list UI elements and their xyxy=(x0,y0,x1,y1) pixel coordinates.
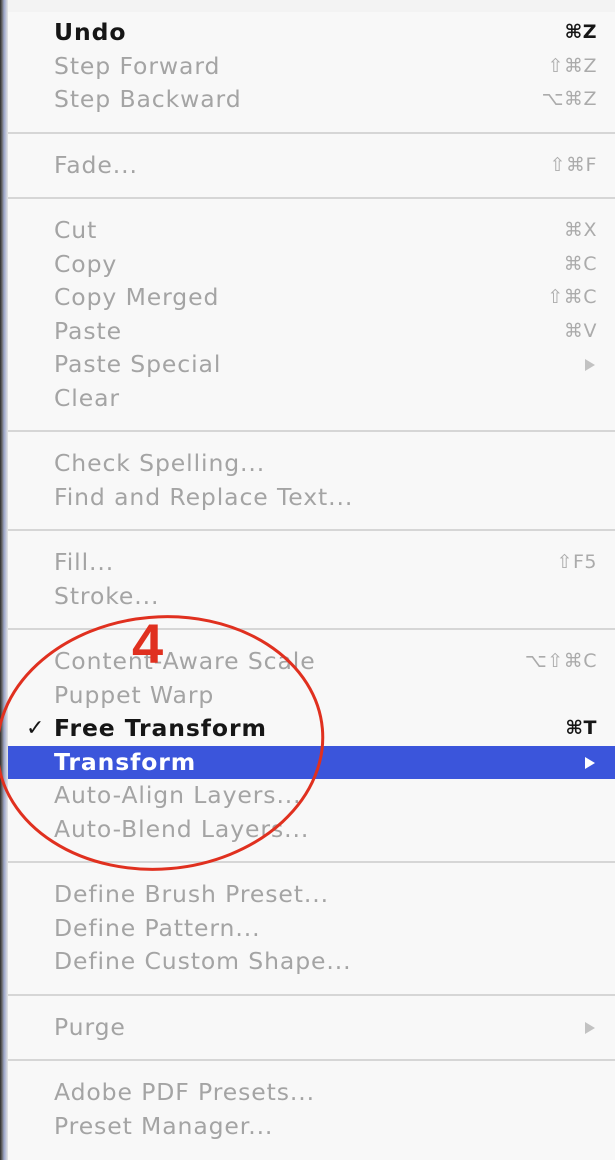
menu-item-label: Purge xyxy=(54,1012,126,1041)
menu-item-label: Step Backward xyxy=(54,85,242,113)
menu-item-step-forward[interactable]: Step Forward ⇧⌘Z xyxy=(8,50,615,83)
menu-item-label: Adobe PDF Presets... xyxy=(54,1078,315,1106)
menu-item-shortcut: ⌥⌘Z xyxy=(541,88,597,110)
menu-item-undo[interactable]: Undo ⌘Z xyxy=(8,16,615,49)
menu-item-auto-blend-layers[interactable]: Auto-Blend Layers... xyxy=(8,813,615,846)
menu-item-label: Copy Merged xyxy=(54,283,220,311)
menu-item-shortcut: ⌘C xyxy=(563,252,597,275)
menu-separator xyxy=(8,529,615,531)
menu-item-label: Step Forward xyxy=(54,51,221,80)
menu-item-label: Paste xyxy=(54,316,122,345)
menu-item-label: Define Brush Preset... xyxy=(54,880,329,908)
menu-item-step-backward[interactable]: Step Backward ⌥⌘Z xyxy=(8,83,615,116)
menu-item-label: Preset Manager... xyxy=(54,1111,274,1140)
menu-item-define-pattern[interactable]: Define Pattern... xyxy=(8,912,615,945)
menu-item-purge[interactable]: Purge xyxy=(8,1011,615,1044)
menu-item-paste-special[interactable]: Paste Special xyxy=(8,348,615,381)
edit-menu: Undo ⌘Z Step Forward ⇧⌘Z Step Backward ⌥⌘Z Fad… xyxy=(8,12,615,1160)
menu-item-shortcut: ⇧⌘Z xyxy=(547,54,597,77)
menu-item-label: Undo xyxy=(54,18,127,46)
menu-item-find-and-replace-text[interactable]: Find and Replace Text... xyxy=(8,481,615,514)
menu-item-shortcut: ⌥⇧⌘C xyxy=(524,650,597,672)
menu-item-label: Clear xyxy=(54,383,120,412)
menu-item-fill[interactable]: Fill... ⇧F5 xyxy=(8,546,615,579)
menu-item-cut[interactable]: Cut ⌘X xyxy=(8,214,615,247)
menu-item-label: Find and Replace Text... xyxy=(54,482,354,511)
menu-item-label: Free Transform xyxy=(54,714,267,742)
menu-separator xyxy=(8,993,615,996)
menu-item-fade[interactable]: Fade... ⇧⌘F xyxy=(8,149,615,182)
menu-item-label: Transform xyxy=(54,747,197,776)
menu-item-label: Check Spelling... xyxy=(54,449,266,477)
menu-separator xyxy=(8,197,615,199)
menu-item-label: Auto-Align Layers... xyxy=(54,781,302,809)
menu-item-transform[interactable]: Transform xyxy=(8,745,615,779)
menu-separator xyxy=(8,430,615,432)
menu-item-label: Fill... xyxy=(54,548,115,576)
menu-separator xyxy=(8,1059,615,1061)
menu-item-label: Copy xyxy=(54,249,118,278)
menu-item-label: Fade... xyxy=(54,150,138,179)
menu-separator xyxy=(8,628,615,630)
menu-item-shortcut: ⌘T xyxy=(565,717,597,739)
menu-item-copy-merged[interactable]: Copy Merged ⇧⌘C xyxy=(8,281,615,314)
menu-item-label: Auto-Blend Layers... xyxy=(54,814,310,843)
menu-item-auto-align-layers[interactable]: Auto-Align Layers... xyxy=(8,779,615,812)
submenu-arrow-icon xyxy=(585,756,595,769)
menu-item-label: Define Custom Shape... xyxy=(54,947,352,975)
menu-item-stroke[interactable]: Stroke... xyxy=(8,580,615,613)
menu-separator xyxy=(8,131,615,134)
window-edge xyxy=(0,0,8,1160)
menu-item-check-spelling[interactable]: Check Spelling... xyxy=(8,447,615,480)
menu-item-shortcut: ⌘V xyxy=(564,319,597,342)
menu-item-clear[interactable]: Clear xyxy=(8,382,615,415)
menu-item-free-transform[interactable]: ✓ Free Transform ⌘T xyxy=(8,712,615,745)
menu-item-label: Content-Aware Scale xyxy=(54,647,316,675)
menu-separator xyxy=(8,861,615,863)
menu-item-preset-manager[interactable]: Preset Manager... xyxy=(8,1110,615,1143)
menu-item-shortcut: ⌘X xyxy=(563,219,597,241)
menu-item-puppet-warp[interactable]: Puppet Warp xyxy=(8,679,615,712)
menu-item-shortcut: ⇧F5 xyxy=(556,551,597,573)
menu-item-label: Cut xyxy=(54,216,98,244)
menu-item-content-aware-scale[interactable]: Content-Aware Scale ⌥⇧⌘C xyxy=(8,645,615,678)
menu-item-copy[interactable]: Copy ⌘C xyxy=(8,248,615,281)
menu-item-paste[interactable]: Paste ⌘V xyxy=(8,315,615,348)
submenu-arrow-icon xyxy=(585,359,595,371)
step-number-label: 4 xyxy=(132,612,164,675)
submenu-arrow-icon xyxy=(585,1021,595,1034)
menu-item-shortcut: ⇧⌘F xyxy=(549,153,597,176)
menu-item-label: Define Pattern... xyxy=(54,913,261,942)
menu-item-label: Puppet Warp xyxy=(54,680,215,709)
menu-item-shortcut: ⌘Z xyxy=(564,21,597,43)
menu-item-define-brush-preset[interactable]: Define Brush Preset... xyxy=(8,878,615,911)
menu-item-label: Stroke... xyxy=(54,581,160,610)
menu-item-define-custom-shape[interactable]: Define Custom Shape... xyxy=(8,945,615,978)
checkmark-icon: ✓ xyxy=(26,716,45,741)
menu-item-adobe-pdf-presets[interactable]: Adobe PDF Presets... xyxy=(8,1076,615,1109)
menu-item-shortcut: ⇧⌘C xyxy=(547,286,597,308)
menu-item-label: Paste Special xyxy=(54,350,222,378)
